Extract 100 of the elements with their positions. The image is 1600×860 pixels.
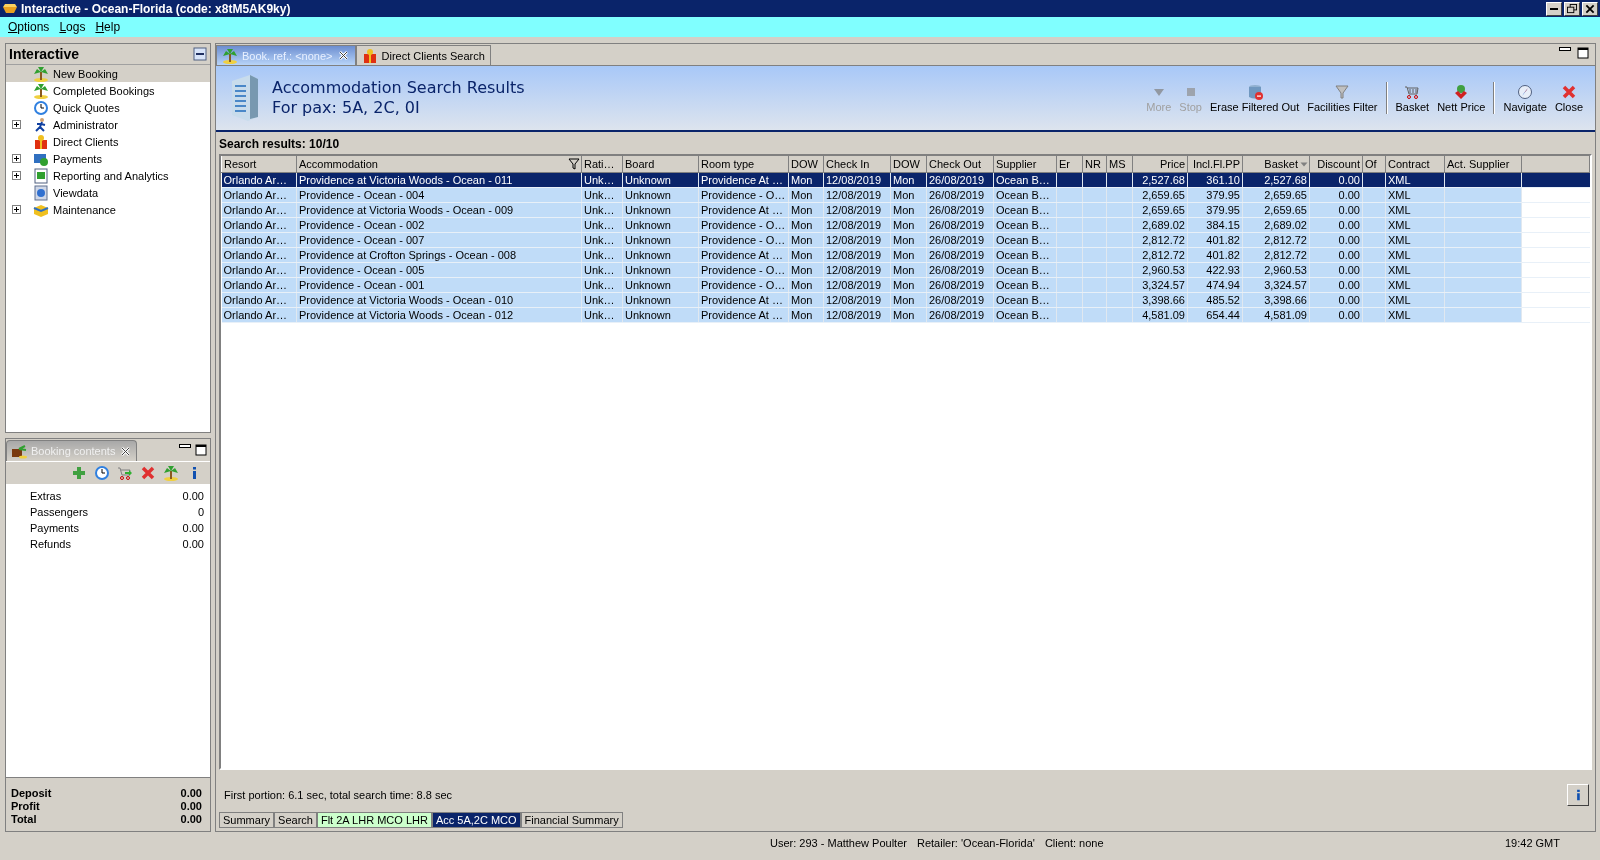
minimize-button[interactable] <box>1546 1 1562 16</box>
tree-item[interactable]: Quick Quotes <box>6 99 210 116</box>
tree-item[interactable]: Reporting and Analytics <box>6 167 210 184</box>
column-header[interactable]: Check Out <box>926 156 994 173</box>
line-label: Passengers <box>30 506 89 518</box>
tree-item[interactable]: Payments <box>6 150 210 167</box>
maximize-icon <box>195 444 207 456</box>
line-value: 0.00 <box>182 490 204 502</box>
tab-label: Direct Clients Search <box>381 49 485 62</box>
minimize-icon <box>179 444 191 448</box>
total-value: 0.00 <box>180 786 202 799</box>
toolbar-button[interactable]: Navigate <box>1499 81 1551 115</box>
column-header[interactable]: Board <box>622 156 699 173</box>
clock-icon <box>33 99 49 116</box>
compass-icon <box>1517 83 1534 100</box>
palm-tree-icon <box>222 47 238 64</box>
menu-item[interactable]: Help <box>91 19 125 35</box>
column-header[interactable]: Price <box>1132 156 1188 173</box>
close-button[interactable] <box>1582 1 1598 16</box>
column-header[interactable]: DOW <box>788 156 824 173</box>
table-row[interactable]: Orlando Ar… Providence at Crofton Springs - Ocean - 008 Unk… Unknown Providence At … Mon 12/08/2019 Mon 26/08/2019 Ocean B… 2,812.72 401.82 2,812.72 0.00 XML <box>221 247 1590 263</box>
column-header[interactable]: Supplier <box>993 156 1057 173</box>
line-value: 0.00 <box>182 538 204 550</box>
column-header[interactable]: Room type <box>698 156 789 173</box>
column-header[interactable]: Er <box>1056 156 1083 173</box>
expand-icon[interactable] <box>12 120 21 129</box>
table-row[interactable]: Orlando Ar… Providence - Ocean - 001 Unk… Unknown Providence - O… Mon 12/08/2019 Mon 26/08/2019 Ocean B… 3,324.57 474.94 3,324.57 0.00 XML <box>221 277 1590 293</box>
table-row[interactable]: Orlando Ar… Providence at Victoria Woods - Ocean - 009 Unk… Unknown Providence At … Mon 12/08/2019 Mon 26/08/2019 Ocean B… 2,659.65 379.95 2,659.65 0.00 XML <box>221 202 1590 218</box>
search-time-text: First portion: 6.1 sec, total search time: 8.8 sec <box>224 789 453 801</box>
table-row[interactable]: Orlando Ar… Providence at Victoria Woods - Ocean - 010 Unk… Unknown Providence At … Mon 12/08/2019 Mon 26/08/2019 Ocean B… 3,398.66 485.52 3,398.66 0.00 XML <box>221 292 1590 308</box>
column-header[interactable]: DOW <box>890 156 927 173</box>
menu-item[interactable]: Logs <box>55 19 90 35</box>
results-count: Search results: 10/10 <box>218 136 341 153</box>
bottom-tab[interactable]: Acc 5A,2C MCO <box>431 812 521 828</box>
column-header[interactable]: MS <box>1106 156 1133 173</box>
column-header[interactable]: NR <box>1082 156 1107 173</box>
table-row[interactable]: Orlando Ar… Providence - Ocean - 002 Unk… Unknown Providence - O… Mon 12/08/2019 Mon 26/08/2019 Ocean B… 2,689.02 384.15 2,689.02 0.00 XML <box>221 217 1590 233</box>
line-value: 0.00 <box>182 522 204 534</box>
close-icon <box>119 444 133 458</box>
column-header[interactable]: Resort <box>221 156 297 173</box>
funnel-icon <box>1334 83 1351 100</box>
total-label: Total <box>11 812 37 825</box>
minimize-icon <box>1559 47 1571 51</box>
bottom-tab[interactable]: Search <box>274 812 317 828</box>
close-icon[interactable] <box>336 49 350 62</box>
expand-icon[interactable] <box>12 205 21 214</box>
clock-icon[interactable] <box>94 465 110 481</box>
column-header[interactable]: Act. Supplier <box>1444 156 1522 173</box>
tree-item[interactable]: Viewdata <box>6 184 210 201</box>
toolbar-button[interactable]: Close <box>1550 81 1587 115</box>
table-row[interactable]: Orlando Ar… Providence - Ocean - 004 Unk… Unknown Providence - O… Mon 12/08/2019 Mon 26/08/2019 Ocean B… 2,659.65 379.95 2,659.65 0.00 XML <box>221 187 1590 203</box>
report-icon <box>33 167 49 184</box>
line-label: Payments <box>30 522 79 534</box>
header-subtitle: For pax: 5A, 2C, 0I <box>272 98 421 118</box>
total-value: 0.00 <box>180 812 202 825</box>
tree-item[interactable]: Maintenance <box>6 201 210 218</box>
total-label: Profit <box>11 799 40 812</box>
line-label: Extras <box>30 490 62 502</box>
column-header[interactable]: Basket <box>1242 156 1310 173</box>
expand-icon[interactable] <box>12 171 21 180</box>
column-header[interactable]: Incl.Fl.PP <box>1187 156 1243 173</box>
tree-item[interactable]: Administrator <box>6 116 210 133</box>
table-row[interactable]: Orlando Ar… Providence - Ocean - 007 Unk… Unknown Providence - O… Mon 12/08/2019 Mon 26/08/2019 Ocean B… 2,812.72 401.82 2,812.72 0.00 XML <box>221 232 1590 248</box>
tree-item[interactable]: Direct Clients <box>6 133 210 150</box>
column-header[interactable]: Check In <box>823 156 891 173</box>
tree-item[interactable]: Completed Bookings <box>6 82 210 99</box>
tab[interactable]: Direct Clients Search <box>355 45 491 65</box>
column-header[interactable]: Rati… <box>581 156 623 173</box>
table-row[interactable]: Orlando Ar… Providence at Victoria Woods - Ocean - 011 Unk… Unknown Providence At … Mon 12/08/2019 Mon 26/08/2019 Ocean B… 2,527.68 361.10 2,527.68 0.00 XML <box>221 172 1590 188</box>
collapse-icon[interactable] <box>193 47 207 61</box>
column-header[interactable]: Accommodation <box>296 156 582 173</box>
delete-icon[interactable] <box>140 465 156 481</box>
panel-title: Interactive <box>9 46 80 62</box>
column-header[interactable]: Discount <box>1309 156 1363 173</box>
table-row[interactable]: Orlando Ar… Providence at Victoria Woods - Ocean - 012 Unk… Unknown Providence At … Mon 12/08/2019 Mon 26/08/2019 Ocean B… 4,581.09 654.44 4,581.09 0.00 XML <box>221 307 1590 323</box>
toolbar-button[interactable]: Facilities Filter <box>1303 81 1382 115</box>
info-button[interactable] <box>1567 784 1589 806</box>
window-title: Interactive - Ocean-Florida (code: x8tM5AK9ky) <box>21 1 292 16</box>
column-header[interactable]: Contract <box>1385 156 1445 173</box>
status-client: Client: none <box>1044 837 1104 849</box>
cart-icon[interactable] <box>117 465 133 481</box>
maximize-icon <box>1577 47 1589 59</box>
bottom-tab[interactable]: Financial Summary <box>520 812 623 828</box>
toolbar-button[interactable]: Erase Filtered Out <box>1205 81 1304 115</box>
restore-button[interactable] <box>1564 1 1580 16</box>
gift-icon <box>361 47 378 64</box>
column-header[interactable]: Of <box>1362 156 1386 173</box>
palm-tree-icon[interactable] <box>163 465 179 481</box>
bottom-tab[interactable]: Flt 2A LHR MCO LHR <box>316 812 432 828</box>
expand-icon[interactable] <box>12 154 21 163</box>
toolbar-button[interactable]: Nett Price <box>1433 81 1490 115</box>
table-row[interactable]: Orlando Ar… Providence - Ocean - 005 Unk… Unknown Providence - O… Mon 12/08/2019 Mon 26/08/2019 Ocean B… 2,960.53 422.93 2,960.53 0.00 XML <box>221 262 1590 278</box>
toolbar-button[interactable]: Basket <box>1391 81 1434 115</box>
status-time: 19:42 GMT <box>1504 837 1560 849</box>
database-icon <box>1246 83 1263 100</box>
tree-item[interactable]: New Booking <box>6 65 210 82</box>
bottom-tab[interactable]: Summary <box>219 812 275 828</box>
header-title: Accommodation Search Results <box>272 78 525 98</box>
suitcase-icon <box>11 443 27 459</box>
menu-item[interactable]: Options <box>4 19 54 35</box>
